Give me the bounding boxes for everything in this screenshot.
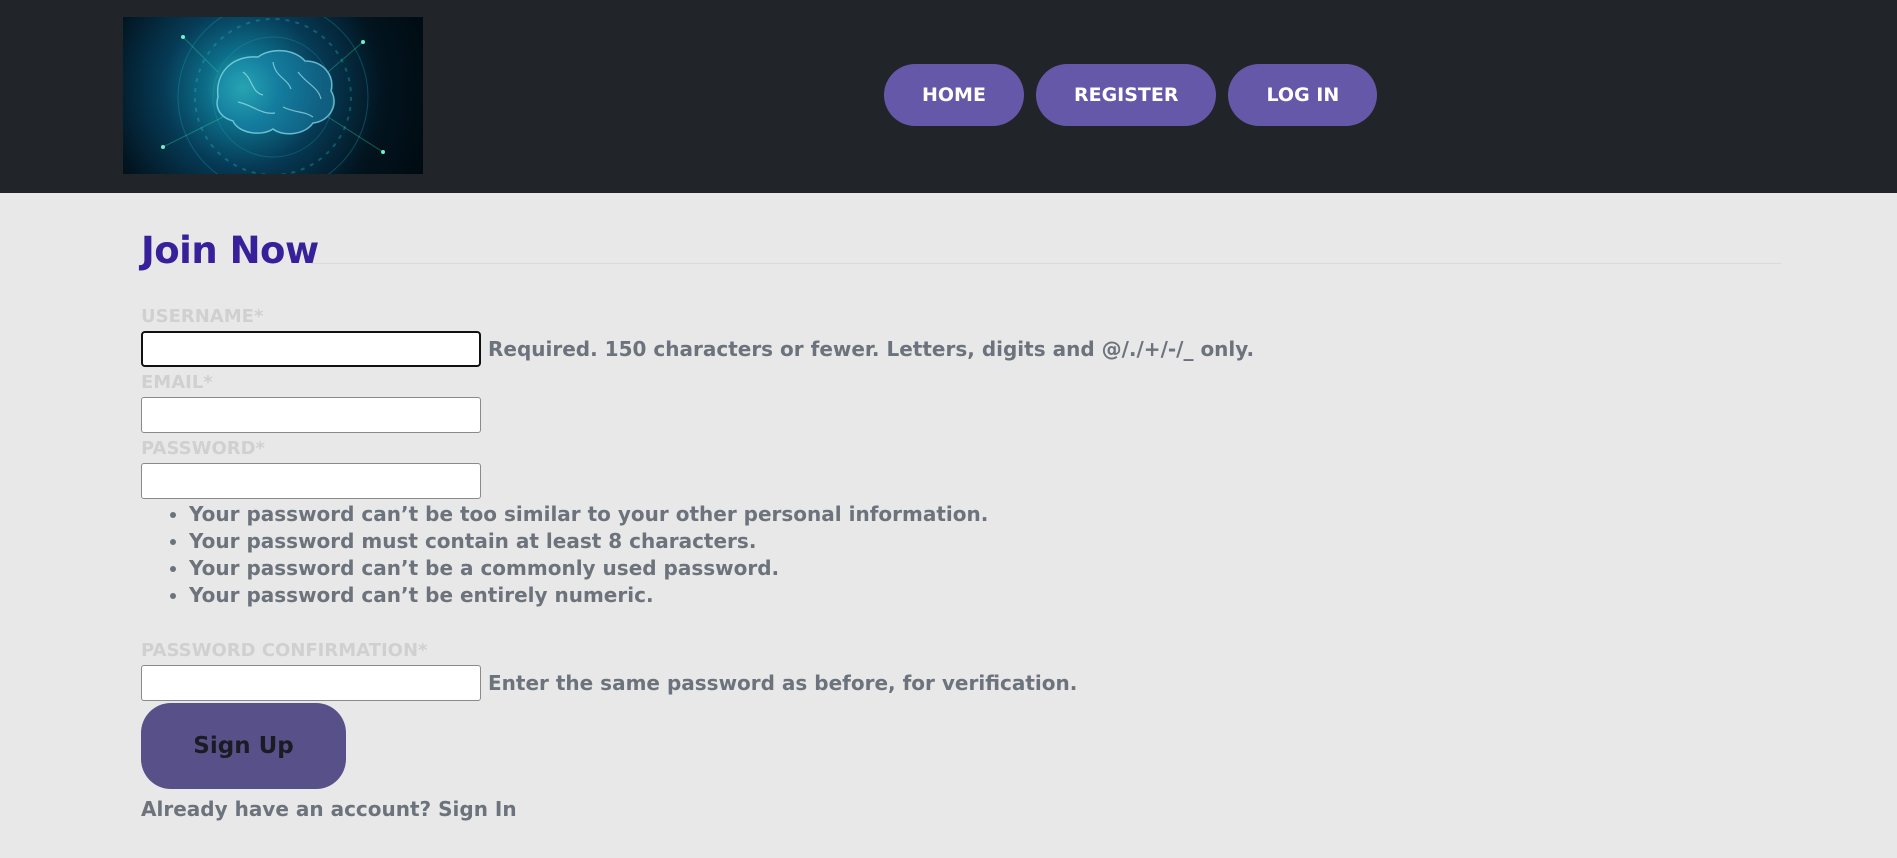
password-confirmation-input[interactable] bbox=[141, 665, 481, 701]
brain-icon bbox=[161, 17, 385, 174]
title-divider bbox=[311, 263, 1781, 264]
username-input[interactable] bbox=[141, 331, 481, 367]
page-title: Join Now bbox=[141, 229, 319, 272]
nav-login-button[interactable]: LOG IN bbox=[1228, 64, 1378, 126]
password-input[interactable] bbox=[141, 463, 481, 499]
password-label: PASSWORD* bbox=[141, 438, 265, 459]
top-navbar: HOME REGISTER LOG IN bbox=[0, 0, 1897, 193]
sign-in-link[interactable]: Sign In bbox=[438, 797, 516, 821]
register-form-section: Join Now USERNAME* Required. 150 charact… bbox=[141, 225, 1781, 821]
email-label: EMAIL* bbox=[141, 372, 213, 393]
main-nav: HOME REGISTER LOG IN bbox=[884, 64, 1378, 126]
register-form: USERNAME* Required. 150 characters or fe… bbox=[141, 305, 1781, 821]
brain-circuit-logo[interactable] bbox=[123, 17, 423, 174]
email-input[interactable] bbox=[141, 397, 481, 433]
nav-register-button[interactable]: REGISTER bbox=[1035, 64, 1217, 126]
already-have-account-text: Already have an account? bbox=[141, 797, 432, 821]
signin-prompt: Already have an account? Sign In bbox=[141, 797, 1781, 821]
password-rule: Your password can’t be a commonly used p… bbox=[189, 555, 1781, 582]
password-confirmation-label: PASSWORD CONFIRMATION* bbox=[141, 640, 428, 661]
password-rule: Your password can’t be entirely numeric. bbox=[189, 582, 1781, 609]
password-rules-list: Your password can’t be too similar to yo… bbox=[141, 501, 1781, 609]
password-confirmation-help-text: Enter the same password as before, for v… bbox=[488, 671, 1078, 695]
nav-home-button[interactable]: HOME bbox=[884, 64, 1024, 126]
password-rule: Your password must contain at least 8 ch… bbox=[189, 528, 1781, 555]
username-label: USERNAME* bbox=[141, 306, 264, 327]
password-rule: Your password can’t be too similar to yo… bbox=[189, 501, 1781, 528]
sign-up-button[interactable]: Sign Up bbox=[141, 703, 346, 789]
username-help-text: Required. 150 characters or fewer. Lette… bbox=[488, 337, 1255, 361]
